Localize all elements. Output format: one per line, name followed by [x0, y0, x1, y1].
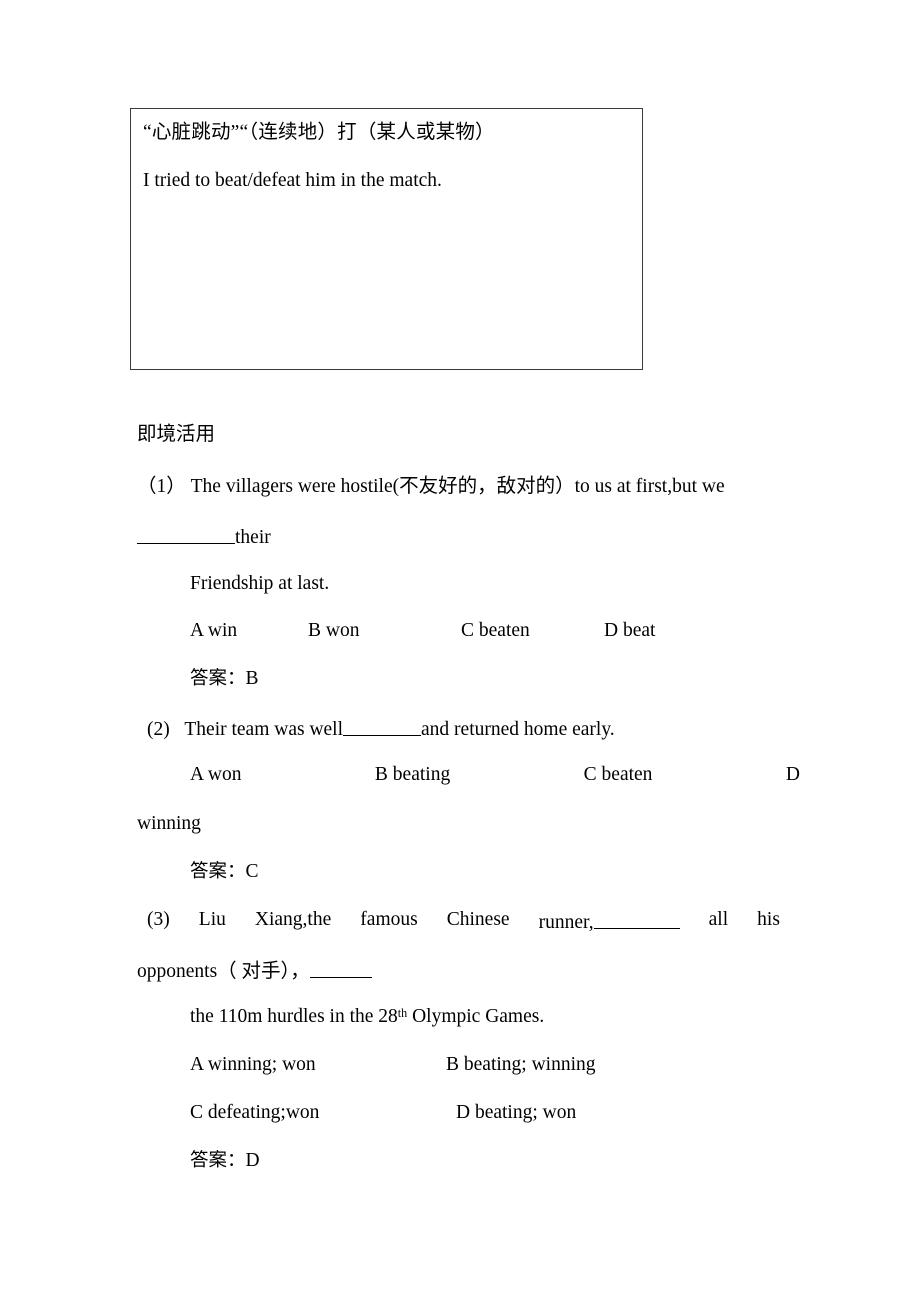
question-3-word-1: Liu [198, 909, 226, 930]
question-2-stem-before-blank: Their team was well [184, 718, 344, 740]
question-2-option-d-continuation[interactable]: winning [137, 814, 201, 834]
question-2-option-a[interactable]: A won [190, 765, 241, 785]
question-1-options: A win B won C beaten D beat [190, 621, 655, 641]
question-3-option-d[interactable]: D beating; won [456, 1103, 576, 1123]
question-3-line-3-pre: the 110m hurdles in the 28 [190, 1006, 398, 1027]
question-1-answer-value: B [245, 668, 259, 689]
question-3-option-c[interactable]: C defeating;won [190, 1103, 319, 1123]
question-2-number: (2) [147, 718, 170, 740]
question-3-blank-1[interactable] [593, 910, 680, 929]
question-1-answer: 答案：B [190, 669, 259, 689]
question-1-stem-line-3: Friendship at last. [190, 573, 330, 594]
question-1-option-a[interactable]: A win [190, 621, 308, 641]
question-1-option-d[interactable]: D beat [604, 621, 655, 641]
question-3-blank-2[interactable] [309, 959, 372, 978]
definition-box: “心脏跳动”“（连续地）打（某人或某物） I tried to beat/def… [130, 108, 643, 370]
question-3-stem-line-3: the 110m hurdles in the 28th Olympic Gam… [190, 1007, 544, 1027]
question-3-word-6: all [708, 909, 729, 930]
question-3-answer-label: 答案： [190, 1150, 246, 1171]
question-2-stem-after-blank: and returned home early. [421, 718, 615, 740]
question-3-word-2: Xiang,the [254, 909, 332, 930]
question-1-stem-line-2-text: their [235, 526, 271, 548]
question-2-answer: 答案：C [190, 862, 259, 882]
question-2-stem-line-1: (2) Their team was well and returned home… [147, 717, 615, 740]
question-2-options: A won B beating C beaten D [190, 765, 800, 785]
question-1-answer-label: 答案： [190, 668, 246, 689]
question-3-option-b[interactable]: B beating; winning [446, 1055, 596, 1075]
question-3-word-5: runner, [538, 911, 594, 933]
question-3-number: (3) [147, 909, 170, 930]
question-1-option-b[interactable]: B won [308, 621, 461, 641]
question-1-stem-line-2: their [137, 525, 271, 547]
question-3-opponents-text: opponents（ 对手）， [137, 960, 310, 982]
question-3-runner-blank-group: runner, [539, 910, 680, 932]
question-1-stem-text: The villagers were hostile(不友好的，敌对的）to u… [190, 476, 725, 497]
question-3-stem-line-2: opponents（ 对手）， [137, 959, 372, 981]
question-1-blank[interactable] [137, 525, 235, 544]
question-3-line-3-post: Olympic Games. [407, 1006, 545, 1027]
question-3-word-3: famous [360, 909, 418, 930]
question-3-answer: 答案：D [190, 1151, 260, 1171]
section-heading: 即境活用 [137, 424, 216, 445]
question-2-answer-value: C [245, 861, 259, 882]
question-3-word-7: his [757, 909, 780, 930]
definition-chinese-line: “心脏跳动”“（连续地）打（某人或某物） [143, 122, 495, 143]
ordinal-suffix: th [397, 1005, 408, 1020]
document-page: “心脏跳动”“（连续地）打（某人或某物） I tried to beat/def… [0, 0, 920, 1302]
question-2-option-d[interactable]: D [786, 765, 800, 785]
question-3-stem-line-1: (3) Liu Xiang,the famous Chinese runner, all hi… [147, 909, 780, 933]
question-3-option-a[interactable]: A winning; won [190, 1055, 316, 1075]
question-2-blank[interactable] [343, 717, 422, 736]
question-2-option-b[interactable]: B beating [375, 765, 450, 785]
question-3-word-4: Chinese [446, 909, 510, 930]
question-3-answer-value: D [245, 1150, 260, 1171]
question-2-option-c[interactable]: C beaten [584, 765, 653, 785]
definition-english-example: I tried to beat/defeat him in the match. [143, 169, 442, 191]
question-1-stem-line-1: （1） The villagers were hostile(不友好的，敌对的）… [137, 477, 725, 497]
question-1-number: （1） [137, 476, 186, 497]
question-2-answer-label: 答案： [190, 861, 246, 882]
question-1-option-c[interactable]: C beaten [461, 621, 604, 641]
